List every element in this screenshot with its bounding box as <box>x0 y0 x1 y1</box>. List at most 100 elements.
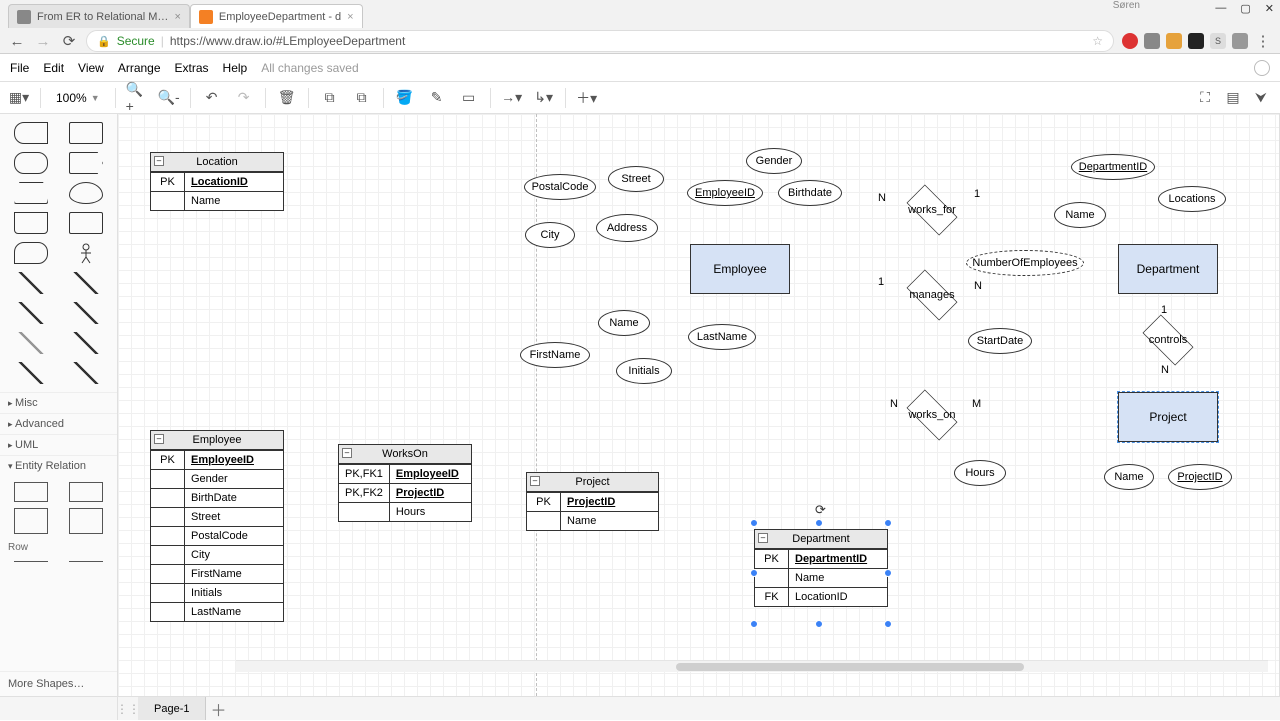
attr-city[interactable]: City <box>525 222 575 248</box>
shadow-icon[interactable]: ▭ <box>458 87 480 109</box>
collapse-icon[interactable]: – <box>154 156 164 166</box>
table-row[interactable]: LastName <box>151 603 284 622</box>
attr-address[interactable]: Address <box>596 214 658 242</box>
attr-name-dept[interactable]: Name <box>1054 202 1106 228</box>
table-department[interactable]: –Department PKDepartmentIDNameFKLocation… <box>754 529 888 607</box>
table-row[interactable]: PKProjectID <box>527 493 659 512</box>
table-row[interactable]: Street <box>151 508 284 527</box>
palette-arrow[interactable] <box>14 302 48 324</box>
table-row[interactable]: FKLocationID <box>755 588 888 607</box>
table-row[interactable]: PostalCode <box>151 527 284 546</box>
attr-name-emp[interactable]: Name <box>598 310 650 336</box>
collapse-icon[interactable]: – <box>154 434 164 444</box>
attr-startdate[interactable]: StartDate <box>968 328 1032 354</box>
reload-button[interactable]: ⟳ <box>60 32 78 50</box>
palette-actor[interactable] <box>69 242 103 264</box>
forward-button[interactable]: → <box>34 32 52 50</box>
menu-icon[interactable]: ⋮ <box>1254 32 1272 50</box>
language-icon[interactable] <box>1254 60 1270 76</box>
resize-handle[interactable] <box>884 569 892 577</box>
menu-extras[interactable]: Extras <box>175 61 209 75</box>
er-table-shape[interactable] <box>69 482 103 502</box>
attr-locations[interactable]: Locations <box>1158 186 1226 212</box>
star-icon[interactable]: ☆ <box>1092 34 1103 48</box>
palette-line[interactable] <box>69 332 103 354</box>
attr-employeeid[interactable]: EmployeeID <box>687 180 763 206</box>
table-row[interactable]: FirstName <box>151 565 284 584</box>
stroke-icon[interactable]: ✎ <box>426 87 448 109</box>
table-row[interactable]: Gender <box>151 470 284 489</box>
attr-firstname[interactable]: FirstName <box>520 342 590 368</box>
browser-tab-1[interactable]: EmployeeDepartment - d × <box>190 4 363 28</box>
entity-project[interactable]: Project <box>1118 392 1218 442</box>
palette-dashed[interactable] <box>14 332 48 354</box>
table-row[interactable]: Name <box>755 569 888 588</box>
table-row[interactable]: Hours <box>339 503 472 522</box>
rotate-handle[interactable]: ⟳ <box>815 502 826 518</box>
attr-projectid[interactable]: ProjectID <box>1168 464 1232 490</box>
section-advanced[interactable]: Advanced <box>0 413 117 434</box>
attr-birthdate[interactable]: Birthdate <box>778 180 842 206</box>
palette-shape[interactable] <box>69 212 103 234</box>
zoom-in-icon[interactable]: 🔍+ <box>126 87 148 109</box>
entity-department[interactable]: Department <box>1118 244 1218 294</box>
to-back-icon[interactable]: ⧉ <box>351 87 373 109</box>
resize-handle[interactable] <box>750 620 758 628</box>
fullscreen-icon[interactable]: ⛶ <box>1194 87 1216 109</box>
zoom-dropdown[interactable]: 100%▼ <box>51 88 105 108</box>
palette-arrow[interactable] <box>69 272 103 294</box>
close-tab-icon[interactable]: × <box>347 11 353 23</box>
section-uml[interactable]: UML <box>0 434 117 455</box>
rel-manages[interactable]: manages <box>900 277 964 313</box>
browser-tab-0[interactable]: From ER to Relational M… × <box>8 4 190 28</box>
resize-handle[interactable] <box>750 569 758 577</box>
palette-shape[interactable] <box>14 152 48 174</box>
attr-street[interactable]: Street <box>608 166 664 192</box>
ext-icon[interactable] <box>1144 33 1160 49</box>
table-workson[interactable]: –WorksOn PK,FK1EmployeeIDPK,FK2ProjectID… <box>338 444 472 522</box>
back-button[interactable]: ← <box>8 32 26 50</box>
collapse-icon[interactable]: – <box>530 476 540 486</box>
table-row[interactable]: PKLocationID <box>151 173 284 192</box>
palette-shape[interactable] <box>69 182 103 204</box>
table-row[interactable]: City <box>151 546 284 565</box>
more-shapes-button[interactable]: More Shapes… <box>0 671 117 696</box>
table-row[interactable]: PK,FK1EmployeeID <box>339 465 472 484</box>
ext-icon[interactable] <box>1232 33 1248 49</box>
er-table-shape[interactable] <box>69 508 103 534</box>
table-row[interactable]: Name <box>151 192 284 211</box>
to-front-icon[interactable]: ⧉ <box>319 87 341 109</box>
resize-handle[interactable] <box>750 519 758 527</box>
table-row[interactable]: PK,FK2ProjectID <box>339 484 472 503</box>
section-er[interactable]: Entity Relation <box>0 455 117 476</box>
close-window-button[interactable]: ✕ <box>1265 2 1274 15</box>
attr-postalcode[interactable]: PostalCode <box>524 174 596 200</box>
attr-lastname[interactable]: LastName <box>688 324 756 350</box>
rel-controls[interactable]: controls <box>1136 322 1200 358</box>
entity-employee[interactable]: Employee <box>690 244 790 294</box>
palette-curve[interactable] <box>14 272 48 294</box>
menu-arrange[interactable]: Arrange <box>118 61 161 75</box>
palette-line[interactable] <box>14 362 48 384</box>
palette-shape[interactable] <box>14 122 48 144</box>
minimize-button[interactable]: — <box>1215 2 1226 15</box>
view-dropdown[interactable]: ▦▾ <box>8 87 30 109</box>
menu-help[interactable]: Help <box>223 61 248 75</box>
collapse-icon[interactable]: ⮟ <box>1250 87 1272 109</box>
abp-icon[interactable] <box>1122 33 1138 49</box>
er-table-shape[interactable] <box>14 508 48 534</box>
table-project[interactable]: –Project PKProjectIDName <box>526 472 659 531</box>
ext-icon[interactable] <box>1188 33 1204 49</box>
attr-num-employees[interactable]: NumberOfEmployees <box>966 250 1084 276</box>
add-page-button[interactable]: ＋ <box>206 697 230 721</box>
scrollbar-thumb[interactable] <box>676 663 1024 671</box>
rel-works-for[interactable]: works_for <box>900 192 964 228</box>
palette-shape[interactable] <box>69 152 103 174</box>
address-bar[interactable]: 🔒 Secure | https://www.draw.io/#LEmploye… <box>86 30 1114 52</box>
maximize-button[interactable]: ▢ <box>1240 2 1250 15</box>
palette-shape[interactable] <box>14 212 48 234</box>
table-row[interactable]: BirthDate <box>151 489 284 508</box>
format-panel-icon[interactable]: ▤ <box>1222 87 1244 109</box>
section-misc[interactable]: Misc <box>0 392 117 413</box>
close-tab-icon[interactable]: × <box>174 11 180 23</box>
